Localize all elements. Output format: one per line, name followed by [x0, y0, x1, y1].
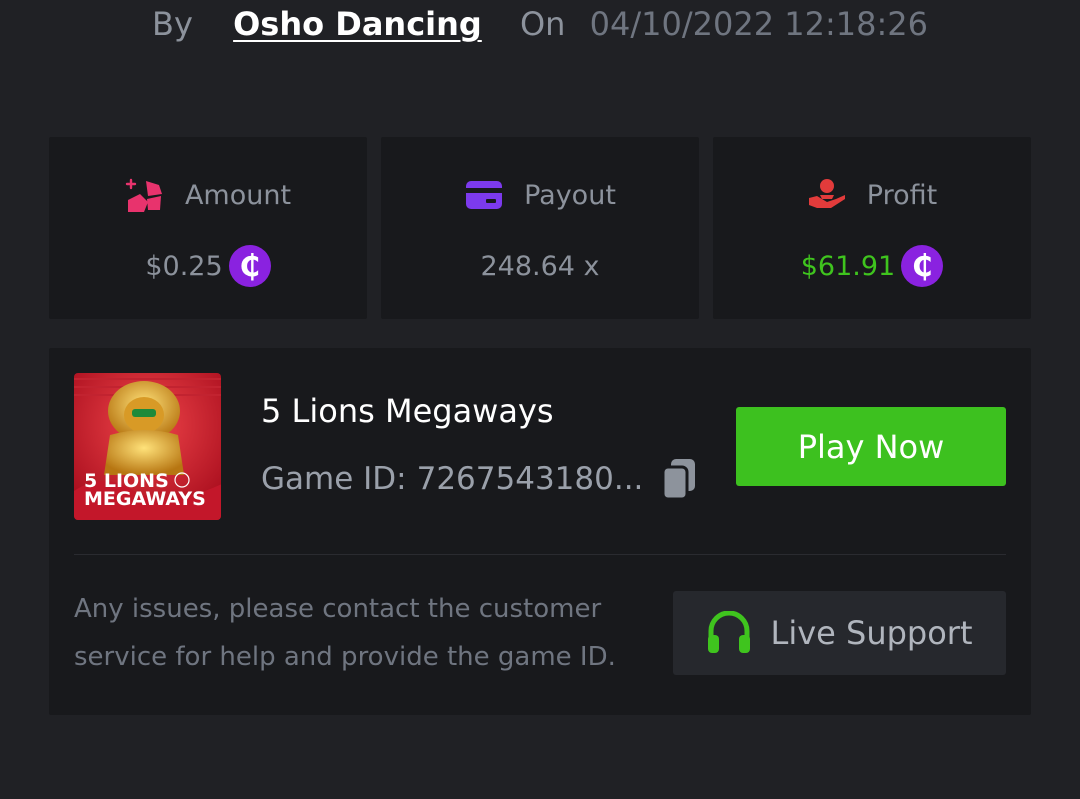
game-id-label: Game ID: — [261, 461, 407, 497]
payout-header: Payout — [381, 175, 699, 215]
support-help-text: Any issues, please contact the customer … — [74, 594, 616, 672]
profit-value-row: $61.91 ₵ — [713, 244, 1031, 288]
thumbnail-title-line2: MEGAWAYS — [84, 488, 206, 510]
live-support-button[interactable]: Live Support — [673, 591, 1006, 675]
payout-value: 248.64 x — [480, 250, 600, 282]
author-link[interactable]: Osho Dancing — [233, 5, 482, 43]
profit-card: Profit $61.91 ₵ — [713, 137, 1031, 319]
bet-meta-line: By Osho Dancing On 04/10/2022 12:18:26 — [0, 0, 1080, 50]
headset-icon — [708, 611, 751, 653]
bet-chips-icon — [125, 178, 162, 212]
amount-label: Amount — [184, 179, 292, 211]
bet-timestamp: 04/10/2022 12:18:26 — [589, 5, 928, 43]
game-id-ellipsis: ... — [613, 461, 644, 497]
profit-value: $61.91 — [800, 250, 896, 282]
profit-label: Profit — [866, 179, 938, 211]
credit-card-icon — [466, 181, 503, 209]
lion-artwork-image: 5 LIONS MEGAWAYS — [74, 373, 221, 520]
amount-card: Amount $0.25 ₵ — [49, 137, 367, 319]
coin-icon: ₵ — [228, 245, 271, 287]
by-label: By — [152, 5, 193, 43]
amount-value-row: $0.25 ₵ — [49, 244, 367, 288]
live-support-label: Live Support — [770, 614, 973, 652]
bet-details-page: By Osho Dancing On 04/10/2022 12:18:26 A… — [0, 0, 1080, 799]
amount-value: $0.25 — [145, 250, 223, 282]
game-thumbnail[interactable]: 5 LIONS MEGAWAYS — [74, 373, 221, 520]
amount-header: Amount — [49, 175, 367, 215]
payout-label: Payout — [524, 179, 616, 211]
game-title: 5 Lions Megaways — [261, 392, 554, 430]
profit-header: Profit — [713, 175, 1031, 215]
payout-value-row: 248.64 x — [381, 244, 699, 288]
coin-icon: ₵ — [901, 245, 944, 287]
game-id-value: 7267543180 — [416, 461, 614, 497]
payout-card: Payout 248.64 x — [381, 137, 699, 319]
on-label: On — [519, 5, 566, 43]
copy-icon[interactable] — [659, 457, 699, 501]
play-now-button[interactable]: Play Now — [736, 407, 1006, 486]
game-panel: 5 LIONS MEGAWAYS 5 Lions Megaways Game I… — [49, 348, 1031, 715]
hand-money-icon — [808, 179, 845, 208]
game-id-row: Game ID: 7267543180 ... — [261, 456, 699, 502]
divider — [74, 554, 1006, 555]
